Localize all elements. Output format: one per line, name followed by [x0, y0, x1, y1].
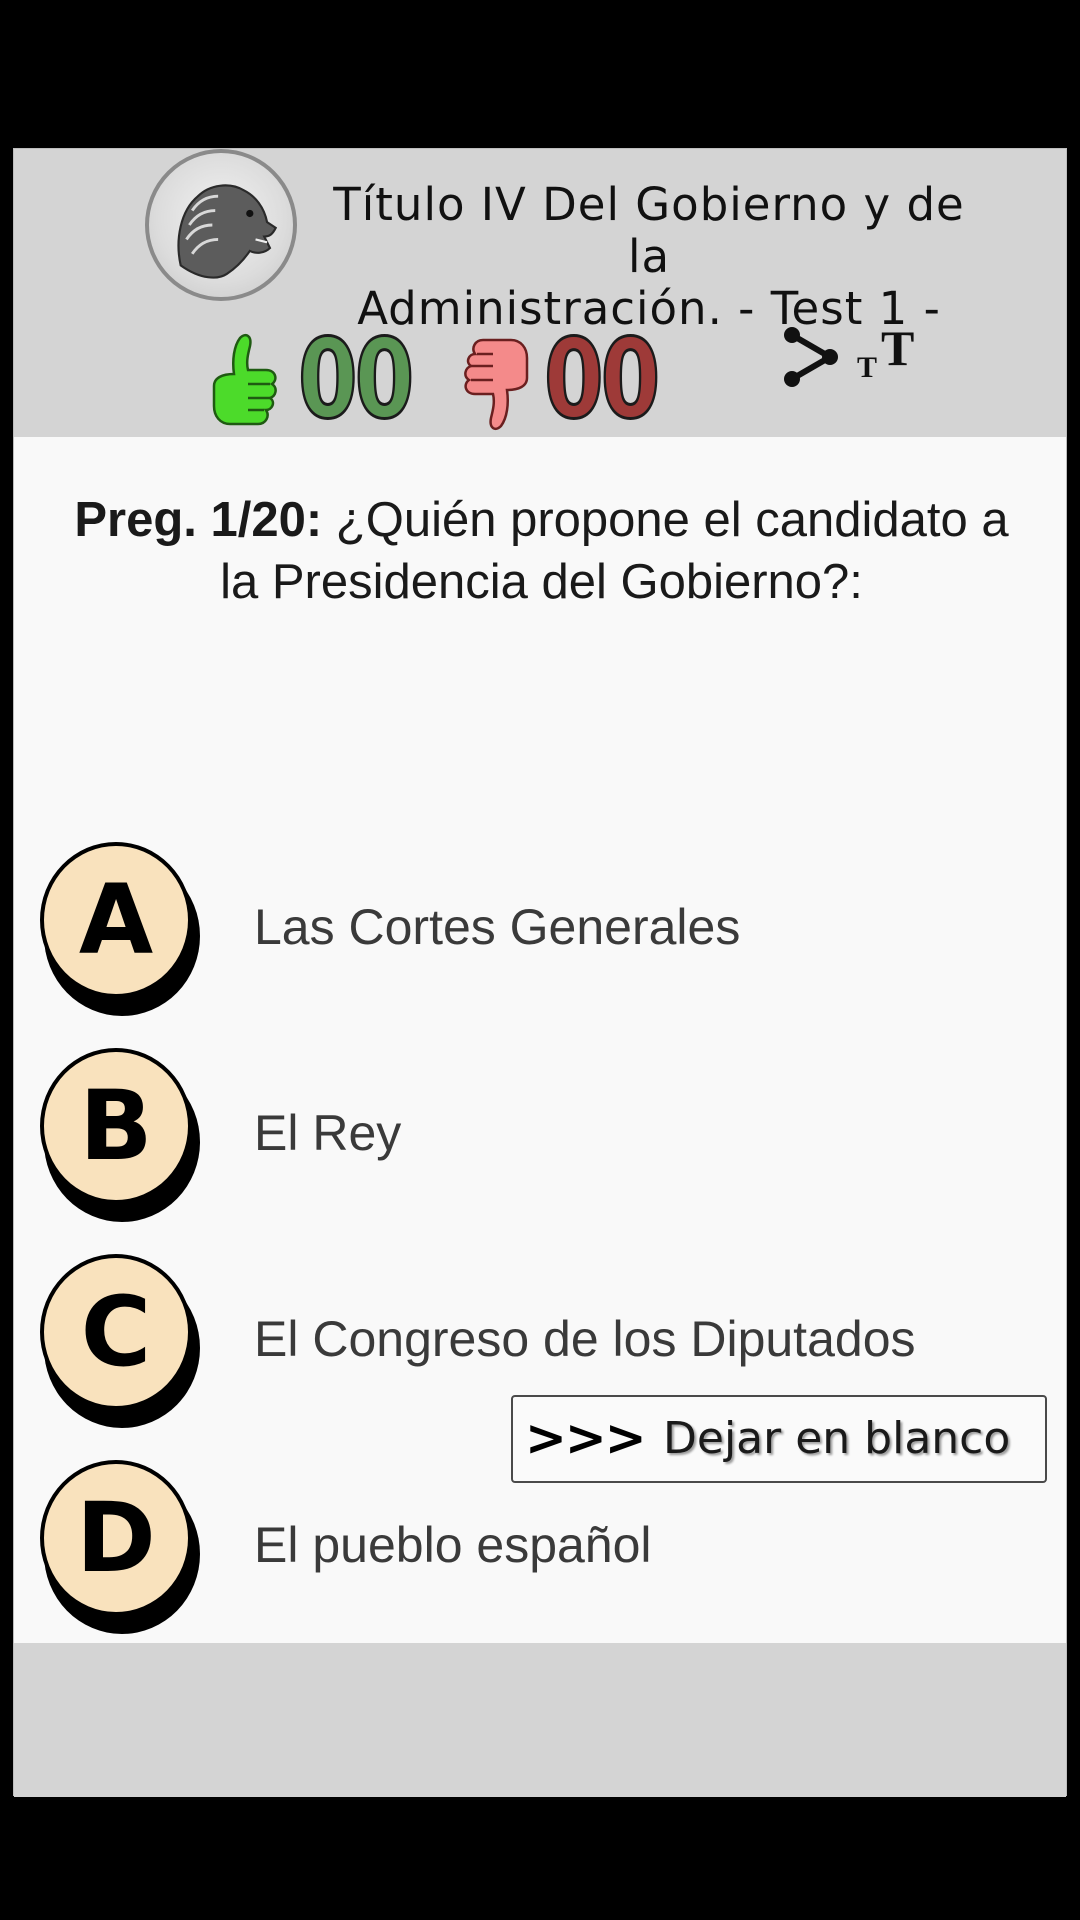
title-line-1: Título IV Del Gobierno y de la [333, 178, 965, 283]
answer-label[interactable]: El Congreso de los Diputados [254, 1309, 916, 1369]
skip-arrows: >>> [525, 1409, 647, 1467]
answer-badge-a[interactable]: A [40, 842, 202, 1020]
skip-label: Dejar en blanco [663, 1413, 1011, 1464]
correct-count: 00 [297, 315, 416, 443]
answer-letter: B [79, 1070, 153, 1182]
share-icon[interactable] [780, 325, 844, 389]
font-size-small: T [857, 351, 878, 384]
answer-letter: A [78, 864, 154, 976]
lion-icon [145, 149, 297, 301]
answer-label[interactable]: El pueblo español [254, 1515, 652, 1575]
header: Título IV Del Gobierno y de la Administr… [14, 149, 1066, 437]
answer-label[interactable]: El Rey [254, 1103, 401, 1163]
thumbs-down-icon [459, 330, 531, 434]
question-text: Preg. 1/20: ¿Quién propone el candidato … [54, 489, 1029, 613]
page-title: Título IV Del Gobierno y de la Administr… [309, 179, 989, 335]
font-size-big: T [881, 320, 915, 376]
answer-badge-d[interactable]: D [40, 1460, 202, 1638]
answer-b[interactable]: B El Rey [40, 1048, 1040, 1228]
answer-label[interactable]: Las Cortes Generales [254, 897, 740, 957]
answer-a[interactable]: A Las Cortes Generales [40, 842, 1040, 1022]
answer-letter: C [80, 1276, 152, 1388]
answer-badge-c[interactable]: C [40, 1254, 202, 1432]
app-frame: Título IV Del Gobierno y de la Administr… [13, 148, 1067, 1797]
font-size-icon[interactable]: T T [857, 319, 927, 389]
question-number: Preg. 1/20: [74, 493, 323, 547]
answer-d[interactable]: D El pueblo español [40, 1460, 1040, 1640]
skip-button[interactable]: >>> Dejar en blanco [511, 1395, 1047, 1483]
footer-area [14, 1643, 1066, 1797]
thumbs-up-icon [210, 330, 282, 434]
answer-letter: D [76, 1482, 156, 1594]
answer-badge-b[interactable]: B [40, 1048, 202, 1226]
question-body: ¿Quién propone el candidato a la Preside… [220, 493, 1009, 609]
wrong-count: 00 [543, 315, 662, 443]
